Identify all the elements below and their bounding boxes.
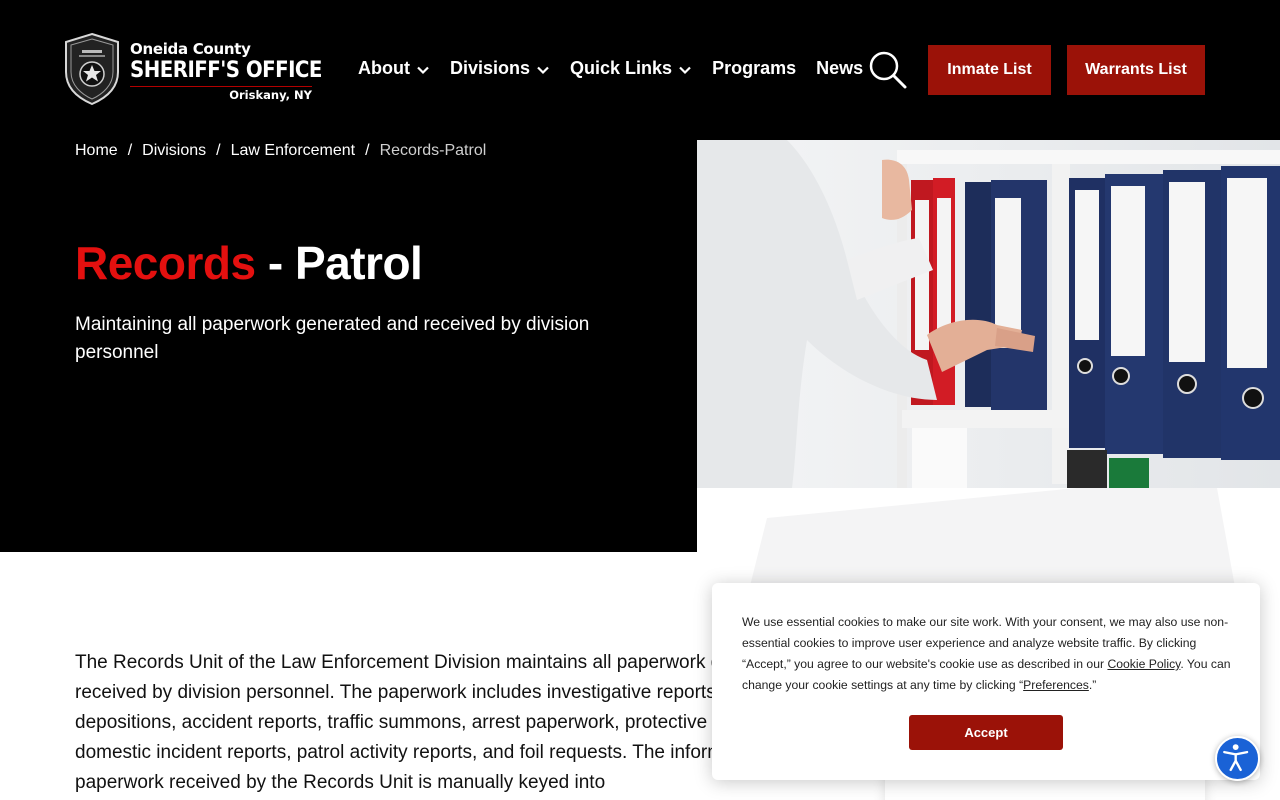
nav-about-label: About bbox=[358, 58, 410, 78]
nav-news-label: News bbox=[816, 58, 864, 78]
breadcrumb-separator: / bbox=[216, 142, 221, 159]
nav-quick-links-label: Quick Links bbox=[570, 58, 673, 78]
nav-divisions-label: Divisions bbox=[449, 58, 531, 78]
chevron-down-icon bbox=[679, 66, 691, 74]
nav-programs-label: Programs bbox=[712, 58, 797, 78]
breadcrumb: Home / Divisions / Law Enforcement / Rec… bbox=[75, 142, 486, 160]
page-title-rest: - Patrol bbox=[255, 237, 423, 289]
hero-image bbox=[697, 140, 1280, 488]
nav-about[interactable]: About bbox=[358, 58, 430, 79]
accessibility-button[interactable] bbox=[1215, 736, 1260, 781]
nav-divisions[interactable]: Divisions bbox=[450, 58, 550, 79]
logo-text: Oneida County SHERIFF'S OFFICE Oriskany,… bbox=[130, 40, 343, 103]
nav-programs[interactable]: Programs bbox=[712, 58, 796, 79]
accessibility-icon bbox=[1223, 744, 1249, 772]
page-title-accent: Records bbox=[75, 237, 256, 289]
logo-county: Oneida County bbox=[130, 40, 251, 58]
chevron-down-icon bbox=[537, 66, 549, 74]
logo-city: Oriskany, NY bbox=[229, 88, 312, 102]
main-nav: About Divisions Quick Links Programs New… bbox=[358, 58, 883, 79]
breadcrumb-current: Records-Patrol bbox=[379, 142, 487, 159]
sheriff-badge-icon bbox=[65, 32, 119, 106]
cookie-accept-button[interactable]: Accept bbox=[909, 715, 1063, 750]
breadcrumb-separator: / bbox=[365, 142, 370, 159]
logo-office: SHERIFF'S OFFICE bbox=[130, 58, 322, 83]
breadcrumb-law-enforcement[interactable]: Law Enforcement bbox=[231, 142, 356, 160]
warrants-list-button[interactable]: Warrants List bbox=[1067, 45, 1205, 95]
cookie-text-part-3: .” bbox=[1088, 678, 1097, 692]
chevron-down-icon bbox=[417, 66, 429, 74]
cookie-policy-link[interactable]: Cookie Policy bbox=[1107, 657, 1180, 671]
nav-news[interactable]: News bbox=[816, 58, 863, 79]
page-subtitle: Maintaining all paperwork generated and … bbox=[75, 314, 590, 363]
cookie-text: We use essential cookies to make our sit… bbox=[742, 612, 1232, 696]
cookie-preferences-link[interactable]: Preferences bbox=[1023, 678, 1089, 692]
inmate-list-button[interactable]: Inmate List bbox=[928, 45, 1051, 95]
nav-quick-links[interactable]: Quick Links bbox=[570, 58, 692, 79]
decorative-shape bbox=[747, 488, 1237, 598]
breadcrumb-separator: / bbox=[127, 142, 133, 159]
breadcrumb-home[interactable]: Home bbox=[75, 142, 118, 160]
search-icon[interactable] bbox=[868, 50, 908, 90]
page-title: Records - Patrol bbox=[75, 236, 423, 290]
site-logo[interactable]: Oneida County SHERIFF'S OFFICE Oriskany,… bbox=[62, 32, 322, 108]
cookie-banner: We use essential cookies to make our sit… bbox=[712, 583, 1260, 780]
breadcrumb-divisions[interactable]: Divisions bbox=[142, 142, 206, 160]
